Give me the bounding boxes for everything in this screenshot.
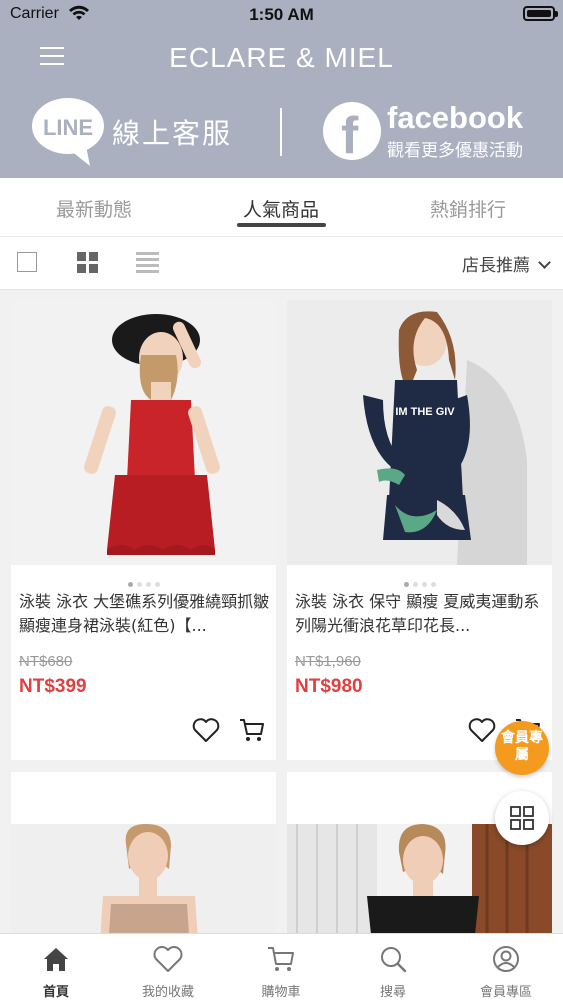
nav-home-label: 首頁: [42, 985, 69, 1000]
member-exclusive-button[interactable]: 會員專屬: [495, 721, 549, 775]
chevron-down-icon: [538, 256, 551, 269]
product-image-surf-swimsuit[interactable]: IM THE GIV: [287, 300, 552, 565]
battery-icon: [523, 6, 558, 21]
product-title[interactable]: 泳裝 泳衣 大堡礁系列優雅繞頸抓皺顯瘦連身裙泳裝(紅色)【...: [19, 590, 271, 638]
product-title[interactable]: 泳裝 泳衣 保守 顯瘦 夏威夷運動系列陽光衝浪花草印花長...: [295, 590, 547, 638]
active-tab-indicator: [237, 223, 326, 227]
brand-title: ECLARE & MIEL: [169, 42, 394, 73]
product-card[interactable]: [11, 772, 276, 933]
status-bar: Carrier 1:50 AM: [0, 0, 563, 30]
sort-label: 店長推薦: [462, 256, 530, 276]
heart-icon: [153, 946, 183, 972]
line-support-button[interactable]: LINE 線上客服: [30, 98, 250, 168]
facebook-button[interactable]: f facebook 觀看更多優惠活動: [323, 100, 543, 172]
nav-member-label: 會員專區: [479, 985, 532, 1000]
grid-menu-button[interactable]: [495, 791, 549, 845]
nav-cart-label: 購物車: [261, 985, 301, 1000]
tab-latest[interactable]: 最新動態: [9, 195, 179, 222]
tab-popular[interactable]: 人氣商品: [196, 195, 366, 222]
user-icon: [493, 946, 519, 972]
heart-icon[interactable]: [468, 717, 496, 743]
bottom-tab-bar: 首頁 我的收藏 購物車 搜尋 會員專區: [0, 933, 563, 1001]
search-icon: [381, 947, 407, 973]
image-carousel-dots: [11, 572, 276, 591]
nav-favorites[interactable]: 我的收藏: [112, 934, 224, 1001]
facebook-title: facebook: [387, 100, 524, 135]
view-toolbar: 店長推薦: [0, 237, 563, 290]
sort-dropdown[interactable]: 店長推薦: [462, 251, 551, 276]
cart-icon[interactable]: [238, 716, 266, 744]
line-chat-icon: LINE: [32, 98, 104, 166]
image-carousel-dots: [287, 572, 552, 591]
heart-icon[interactable]: [192, 717, 220, 743]
nav-favorites-label: 我的收藏: [141, 985, 194, 1000]
facebook-icon: f: [323, 102, 381, 165]
single-view-icon[interactable]: [17, 252, 37, 272]
nav-member[interactable]: 會員專區: [450, 934, 562, 1001]
grid-icon: [510, 806, 534, 830]
tab-bestseller[interactable]: 熱銷排行: [383, 195, 553, 222]
sale-price: NT$980: [295, 676, 363, 697]
sale-price: NT$399: [19, 676, 87, 697]
facebook-subtitle: 觀看更多優惠活動: [387, 141, 523, 161]
nav-search-label: 搜尋: [379, 985, 406, 1000]
nav-search[interactable]: 搜尋: [337, 934, 449, 1001]
category-tabs: 最新動態 人氣商品 熱銷排行: [0, 178, 563, 237]
nav-cart[interactable]: 購物車: [225, 934, 337, 1001]
svg-text:IM THE GIV: IM THE GIV: [395, 406, 455, 418]
product-image-red-swimdress[interactable]: [11, 300, 276, 565]
original-price: NT$1,960: [295, 653, 361, 670]
cart-icon: [268, 947, 294, 971]
clock: 1:50 AM: [249, 5, 314, 24]
list-view-icon[interactable]: [136, 252, 159, 273]
home-icon: [44, 948, 68, 971]
header-divider: [280, 108, 282, 156]
product-card[interactable]: IM THE GIV 泳裝 泳衣 保守 顯瘦 夏威夷運動系列陽光衝浪花草印花長.…: [287, 300, 552, 760]
original-price: NT$680: [19, 653, 73, 670]
product-image-nude-bikini[interactable]: [11, 772, 276, 933]
nav-home[interactable]: 首頁: [0, 934, 112, 1001]
line-support-label: 線上客服: [112, 117, 233, 150]
line-logo-text: LINE: [43, 115, 93, 140]
product-card[interactable]: 泳裝 泳衣 大堡礁系列優雅繞頸抓皺顯瘦連身裙泳裝(紅色)【... NT$680 …: [11, 300, 276, 760]
app-header: ECLARE & MIEL LINE 線上客服 f facebook 觀看更多優…: [0, 30, 563, 178]
member-exclusive-label: 會員專屬: [501, 730, 543, 763]
grid-view-icon[interactable]: [77, 252, 98, 273]
